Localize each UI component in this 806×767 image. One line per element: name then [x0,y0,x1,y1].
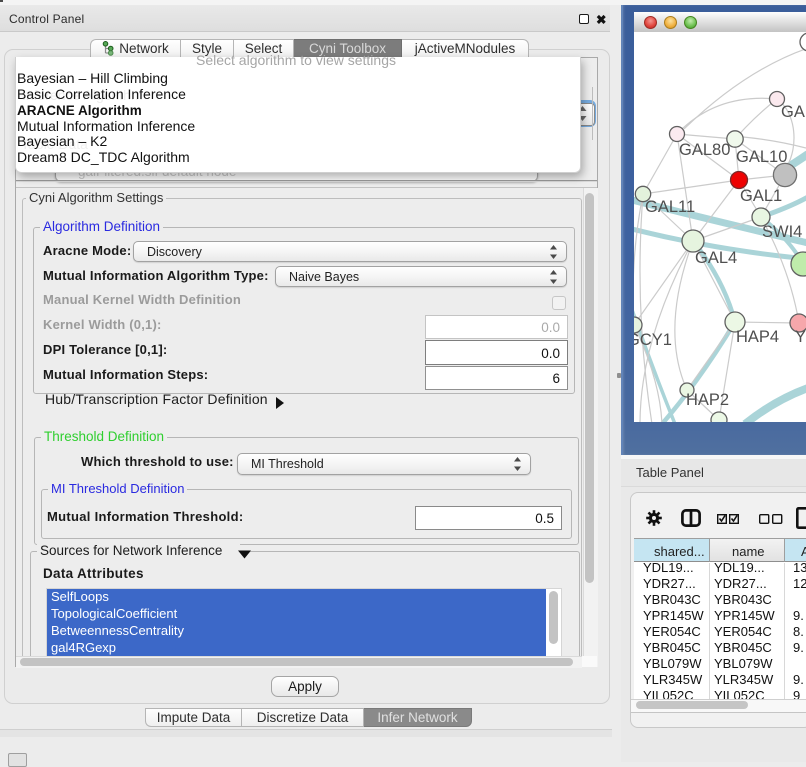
svg-text:SWI4: SWI4 [762,223,802,241]
svg-text:GAL11: GAL11 [645,198,695,216]
svg-text:YD: YD [795,328,806,346]
svg-text:GAL7: GAL7 [781,103,806,121]
svg-text:GCY1: GCY1 [634,331,672,349]
svg-text:GAL4: GAL4 [695,249,737,267]
svg-text:HAP4: HAP4 [736,328,779,346]
svg-text:GAL1: GAL1 [740,187,782,205]
svg-text:HAP2: HAP2 [686,391,729,409]
svg-text:GAL10: GAL10 [736,148,787,166]
svg-text:GAL80: GAL80 [679,141,730,159]
